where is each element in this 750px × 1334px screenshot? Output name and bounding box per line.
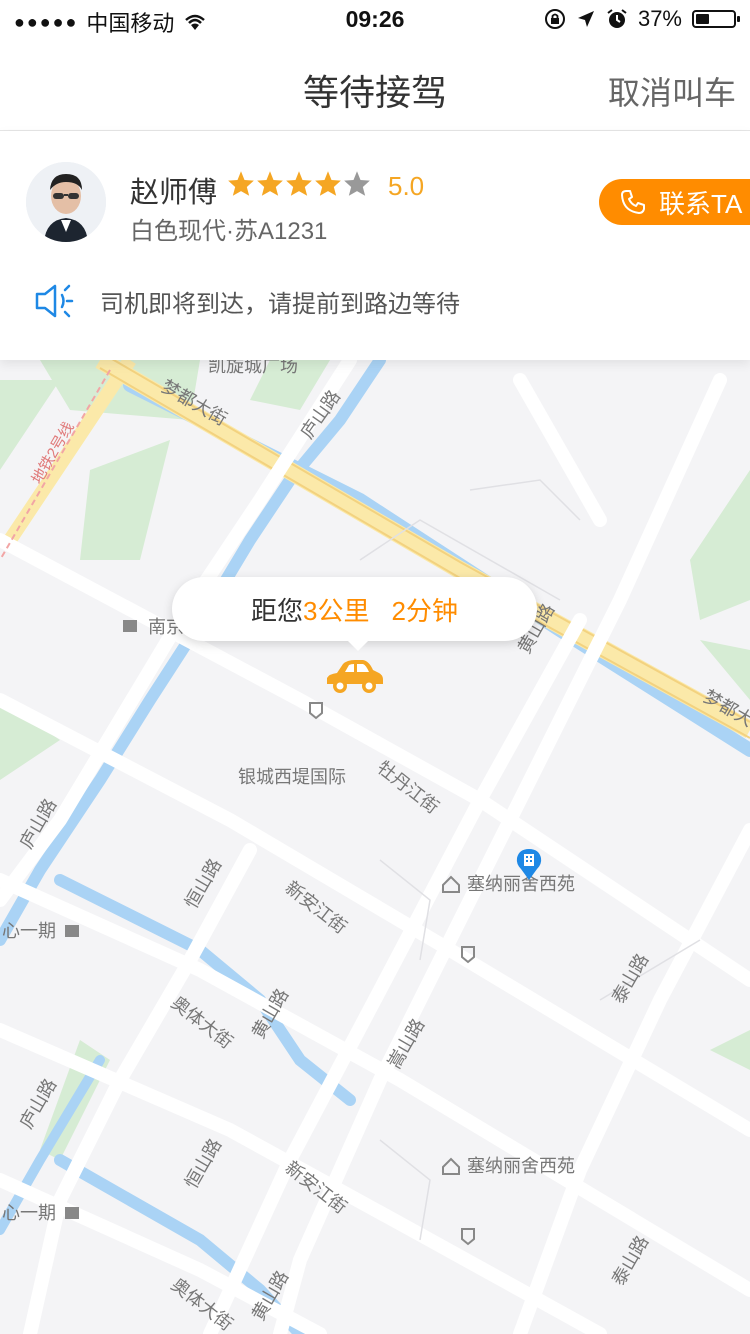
map-label: 心一期 bbox=[2, 1203, 56, 1223]
battery-icon bbox=[692, 10, 740, 28]
driver-card: 赵师傅 5.0 白色现代·苏A1231 联系TA 司机即将到达，请提前到路边等待 bbox=[0, 131, 750, 360]
speaker-icon bbox=[35, 284, 74, 318]
contact-label: 联系TA bbox=[659, 188, 743, 219]
map-label: 凯旋城广场 bbox=[208, 360, 298, 376]
contact-driver-button[interactable]: 联系TA bbox=[599, 179, 750, 225]
driver-name: 赵师傅 bbox=[130, 177, 218, 209]
map-view[interactable]: 凯旋城广场 梦都大街 庐山路 地铁2号线 南京 黄山路 梦都大 银城西堤国际 牡… bbox=[0, 360, 750, 1334]
driver-photo bbox=[26, 162, 106, 242]
eta-bubble: 距您 3公里 2分钟 bbox=[172, 577, 537, 651]
rating-score: 5.0 bbox=[388, 171, 425, 201]
status-bar: ●●●●● 中国移动 09:26 37% bbox=[0, 0, 750, 40]
landmark-icon bbox=[123, 620, 137, 632]
location-arrow-icon bbox=[577, 11, 594, 27]
map-label: 心一期 bbox=[2, 921, 56, 941]
phone-icon bbox=[621, 190, 645, 214]
map-canvas[interactable]: 凯旋城广场 梦都大街 庐山路 地铁2号线 南京 黄山路 梦都大 银城西堤国际 牡… bbox=[0, 360, 750, 1334]
battery-percent: 37% bbox=[637, 6, 682, 31]
car-icon bbox=[327, 660, 383, 693]
driver-avatar bbox=[26, 162, 106, 242]
car-info: 白色现代·苏A1231 bbox=[130, 218, 328, 245]
arrival-notice: 司机即将到达，请提前到路边等待 bbox=[34, 281, 460, 321]
landmark-icon bbox=[65, 1207, 79, 1219]
star-icon bbox=[344, 171, 370, 196]
star-icon bbox=[228, 171, 254, 196]
rating-stars bbox=[227, 170, 371, 197]
eta-time: 2分钟 bbox=[391, 595, 458, 626]
landmark-icon bbox=[65, 925, 79, 937]
star-icon bbox=[257, 171, 283, 196]
location-pin-icon bbox=[516, 849, 542, 880]
nav-bar: 等待接驾 取消叫车 bbox=[0, 40, 750, 131]
cancel-ride-button[interactable]: 取消叫车 bbox=[608, 68, 736, 114]
notice-text: 司机即将到达，请提前到路边等待 bbox=[100, 290, 460, 318]
map-label: 银城西堤国际 bbox=[238, 767, 346, 787]
eta-prefix: 距您 bbox=[251, 595, 304, 626]
map-label: 塞纳丽舍西苑 bbox=[467, 1156, 575, 1176]
alarm-icon bbox=[607, 9, 627, 28]
eta-distance: 3公里 bbox=[303, 595, 370, 626]
star-icon bbox=[286, 171, 312, 196]
rotation-lock-icon bbox=[544, 9, 565, 29]
star-icon bbox=[315, 171, 341, 196]
